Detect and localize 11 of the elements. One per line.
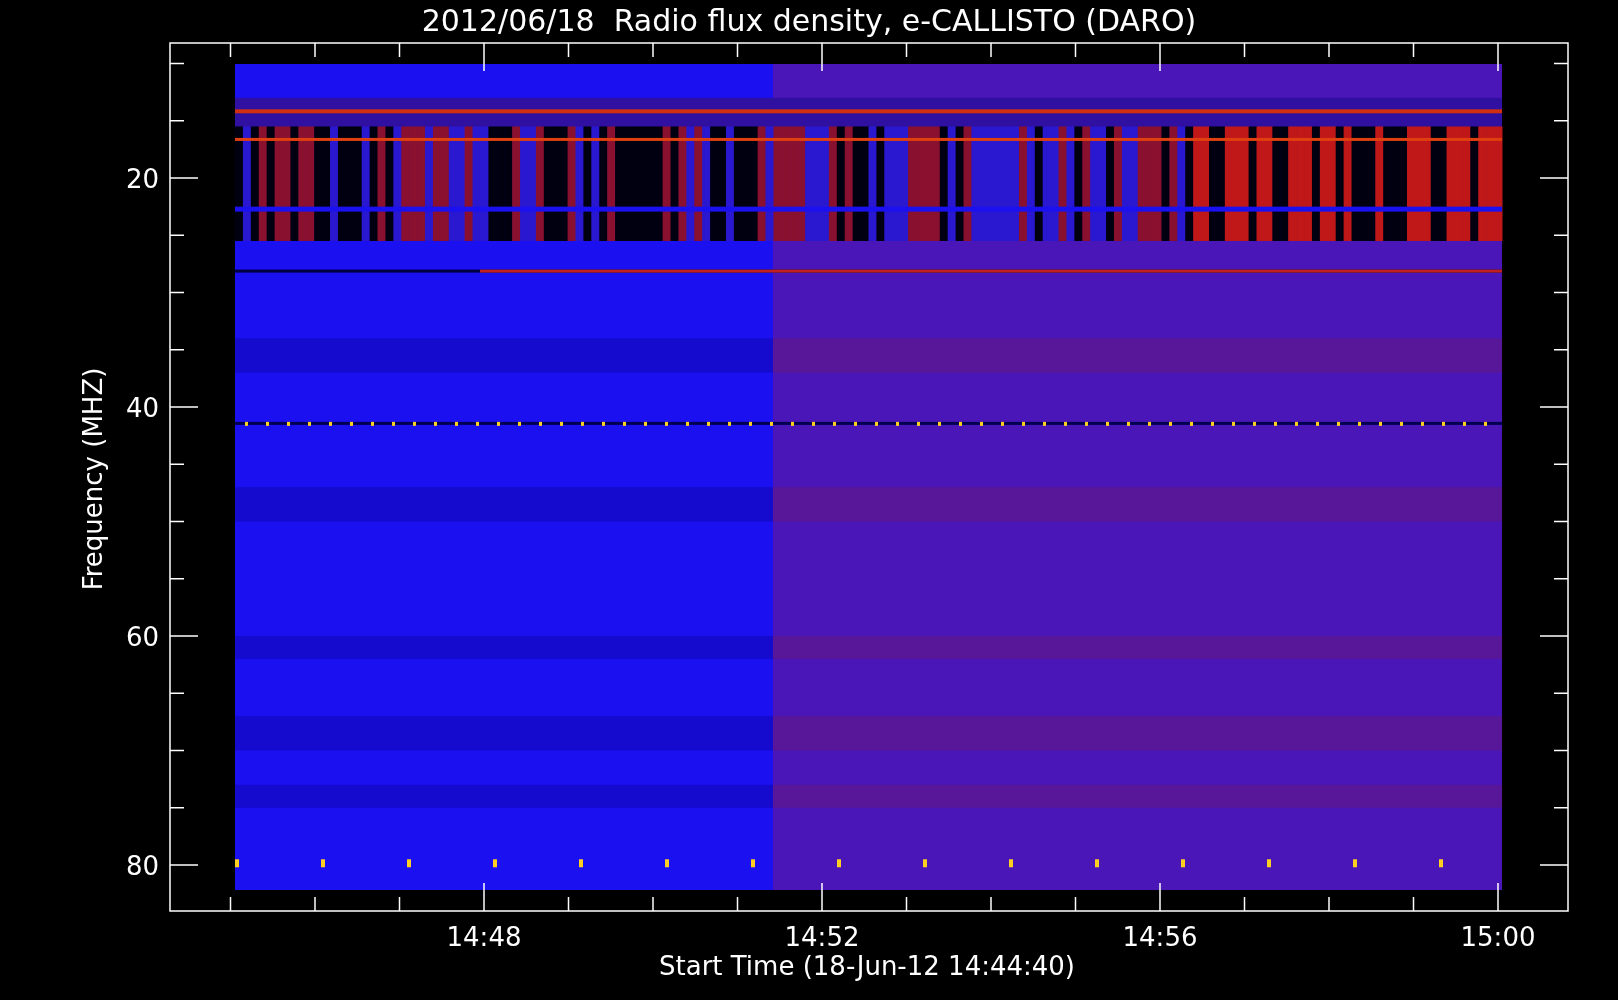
y-tick-label: 40 [125, 393, 159, 423]
x-tick-label: 14:52 [784, 922, 860, 952]
chart-title: 2012/06/18 Radio flux density, e-CALLISTO (DARO) [421, 3, 1197, 38]
x-axis-label: Start Time (18-Jun-12 14:44:40) [659, 951, 1075, 981]
x-tick-label: 15:00 [1460, 922, 1536, 952]
x-tick-label: 14:56 [1122, 922, 1198, 952]
x-tick-label: 14:48 [446, 922, 522, 952]
y-axis-label: Frequency (MHZ) [78, 367, 108, 591]
y-tick-label: 80 [125, 851, 159, 881]
y-tick-label: 60 [125, 622, 159, 652]
y-tick-label: 20 [125, 164, 159, 194]
